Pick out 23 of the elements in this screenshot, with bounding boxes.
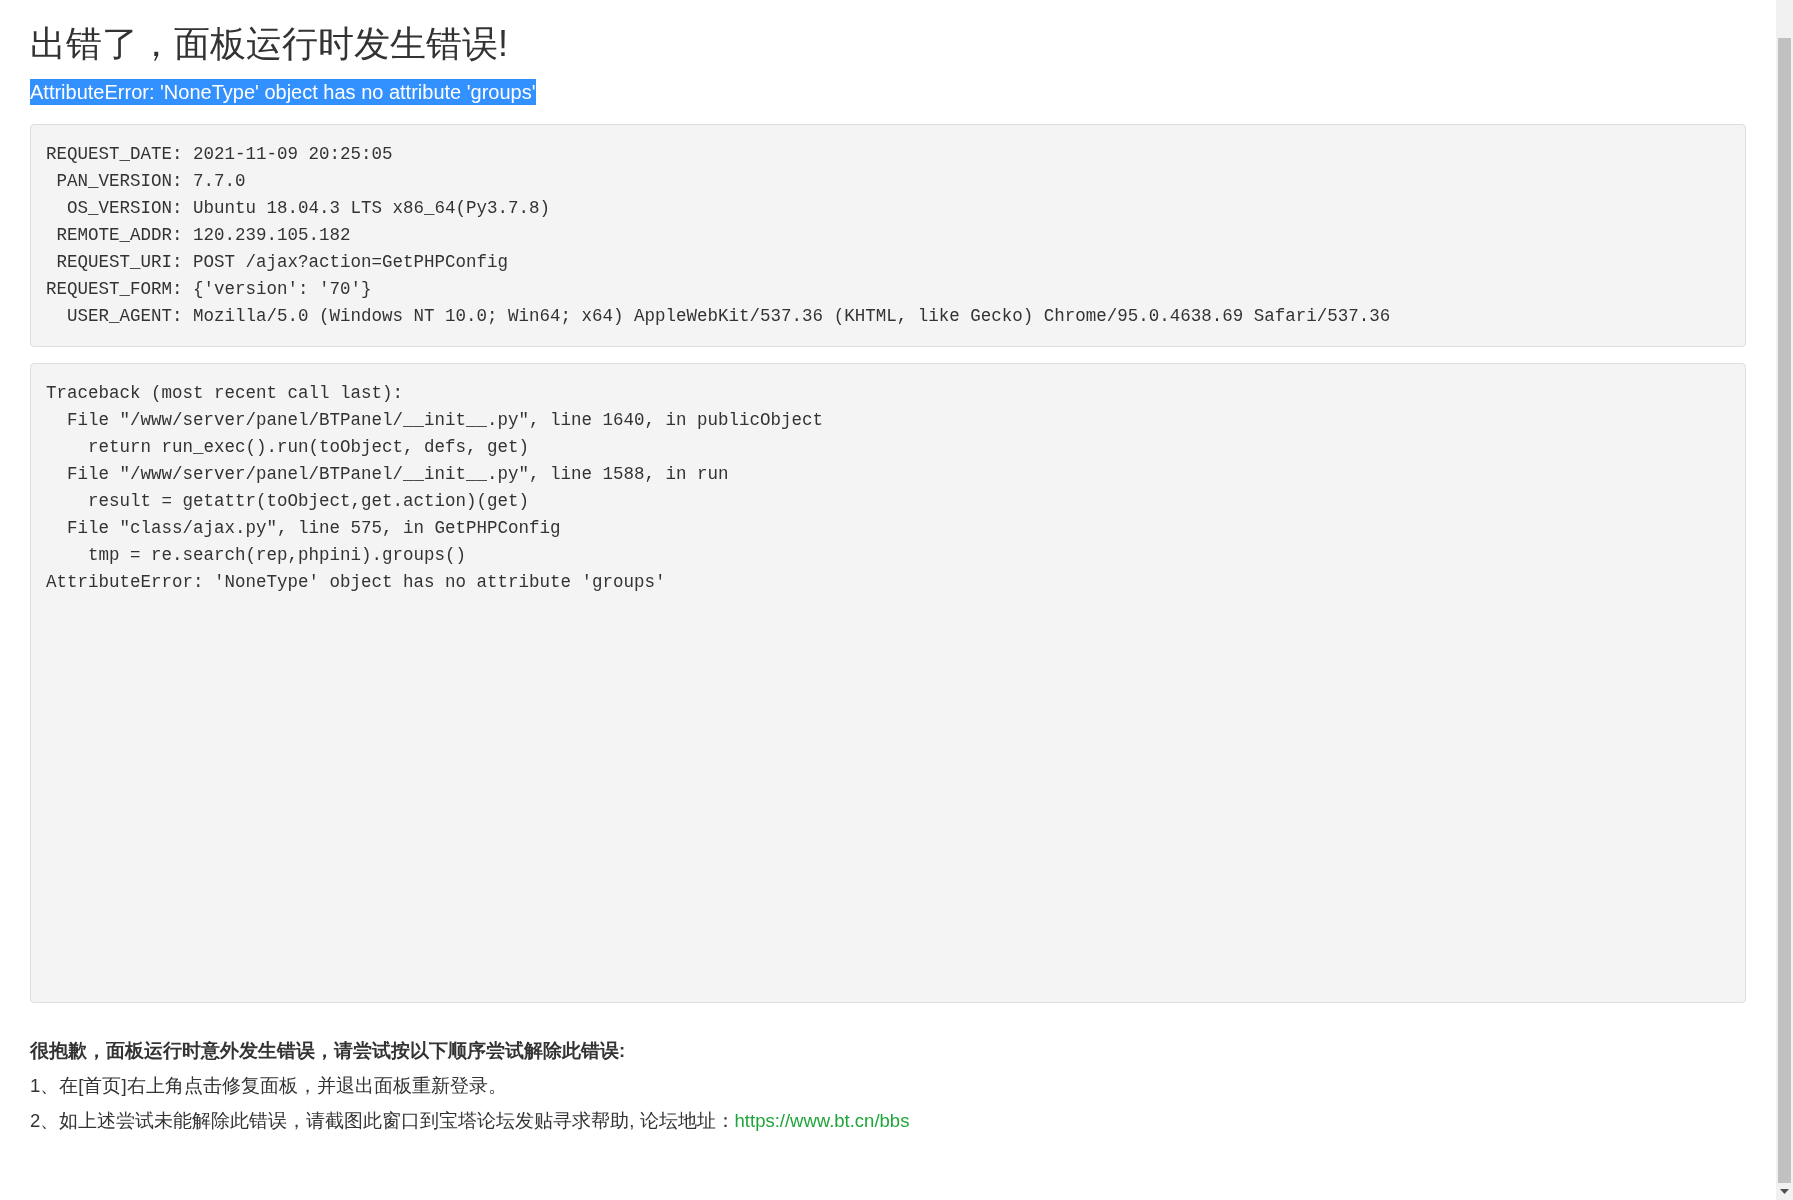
help-heading: 很抱歉，面板运行时意外发生错误，请尝试按以下顺序尝试解除此错误: [30, 1039, 627, 1064]
code-line: REQUEST_DATE: 2021-11-09 20:25:05 [46, 143, 393, 167]
code-line: Traceback (most recent call last): [46, 382, 404, 406]
page-title: 出错了，面板运行时发生错误! [30, 22, 509, 66]
code-line: REQUEST_FORM: {'version': '70'} [46, 278, 372, 302]
code-line: REMOTE_ADDR: 120.239.105.182 [55, 224, 351, 248]
code-line: File "/www/server/panel/BTPanel/__init__.py", line 1640, in publicObject [66, 409, 824, 433]
code-line: USER_AGENT: Mozilla/5.0 (Windows NT 10.0; Win64; x64) AppleWebKit/537.36 (KHTML, like Gecko) Chrome/95.0.4638.69 Safari/537.36 [66, 305, 1391, 329]
forum-link[interactable]: https://www.bt.cn/bbs [734, 1110, 910, 1132]
code-line: AttributeError: 'NoneType' object has no attribute 'groups' [46, 571, 666, 595]
help-step: 2、如上述尝试未能解除此错误，请截图此窗口到宝塔论坛发贴寻求帮助, 论坛地址： [30, 1110, 735, 1132]
code-line: File "class/ajax.py", line 575, in GetPHPConfig [66, 517, 561, 541]
code-line: OS_VERSION: Ubuntu 18.04.3 LTS x86_64(Py3.7.8) [66, 197, 551, 221]
code-line: PAN_VERSION: 7.7.0 [55, 170, 246, 194]
code-line: REQUEST_URI: POST /ajax?action=GetPHPConfig [55, 251, 509, 275]
error-message: AttributeError: 'NoneType' object has no attribute 'groups' [30, 79, 536, 106]
scrollbar-thumb[interactable] [1778, 38, 1791, 1183]
code-line: result = getattr(toObject,get.action)(get) [87, 490, 530, 514]
code-line: File "/www/server/panel/BTPanel/__init__.py", line 1588, in run [66, 463, 729, 487]
help-step: 1、在[首页]右上角点击修复面板，并退出面板重新登录。 [30, 1068, 1746, 1104]
scrollbar[interactable] [1776, 0, 1793, 1200]
code-line: return run_exec().run(toObject, defs, get) [87, 436, 530, 460]
code-line: tmp = re.search(rep,phpini).groups() [87, 544, 467, 568]
